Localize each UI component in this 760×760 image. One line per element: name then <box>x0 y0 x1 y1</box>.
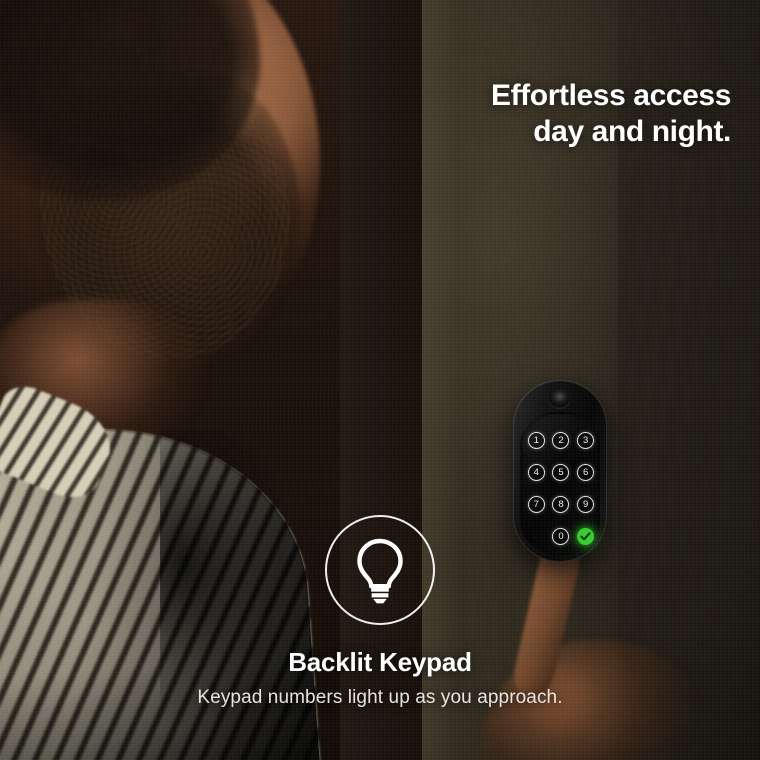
keypad-key-3[interactable]: 3 <box>577 431 595 449</box>
keypad-key-1[interactable]: 1 <box>527 431 545 449</box>
proximity-sensor-icon <box>548 389 571 409</box>
headline-line-1: Effortless access <box>490 79 731 112</box>
feature-subtitle: Keypad numbers light up as you approach. <box>197 687 563 708</box>
keypad-key-5[interactable]: 5 <box>552 463 570 481</box>
keypad-key-8[interactable]: 8 <box>552 495 570 513</box>
keypad-key-4[interactable]: 4 <box>527 463 545 481</box>
keypad-key-6[interactable]: 6 <box>577 463 595 481</box>
keypad-key-9[interactable]: 9 <box>577 495 595 513</box>
headline: Effortless access day and night. <box>491 78 731 150</box>
headline-line-2: day and night. <box>533 115 731 148</box>
product-feature-scene: 1234567890 Effortless access day and nig… <box>0 0 760 760</box>
keypad-key-7[interactable]: 7 <box>527 495 545 513</box>
feature-callout: Backlit Keypad Keypad numbers light up a… <box>0 515 760 709</box>
lightbulb-icon <box>325 515 435 625</box>
keypad-key-2[interactable]: 2 <box>552 431 570 449</box>
feature-title: Backlit Keypad <box>288 647 472 677</box>
